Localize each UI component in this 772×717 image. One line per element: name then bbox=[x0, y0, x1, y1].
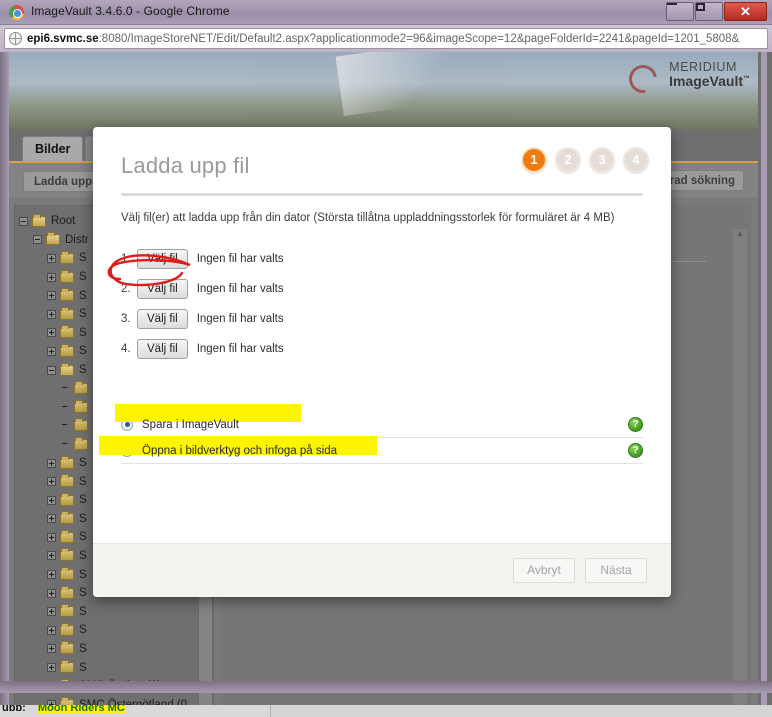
file-row-2-number: 2. bbox=[121, 283, 131, 295]
file-row-4: 4. Välj fil Ingen fil har valts bbox=[121, 334, 643, 364]
modal-overlay: Ladda upp fil 1 2 3 4 Välj fil(er) att l… bbox=[0, 0, 772, 717]
file-row-3: 3. Välj fil Ingen fil har valts bbox=[121, 304, 643, 334]
next-button[interactable]: Nästa bbox=[585, 558, 647, 583]
choose-file-button-1[interactable]: Välj fil bbox=[137, 249, 188, 269]
file-selection-list: 1. Välj fil Ingen fil har valts 2. Välj … bbox=[121, 244, 643, 364]
option-row-open-image-tool[interactable]: Öppna i bildverktyg och infoga på sida ? bbox=[99, 436, 643, 464]
option-row-save-imagevault[interactable]: Spara i ImageVault ? bbox=[115, 404, 643, 438]
file-row-1: 1. Välj fil Ingen fil har valts bbox=[121, 244, 643, 274]
cancel-button[interactable]: Avbryt bbox=[513, 558, 575, 583]
file-status-2: Ingen fil har valts bbox=[196, 283, 284, 295]
dialog-footer: Avbryt Nästa bbox=[93, 543, 671, 597]
status-value: Moon Riders MC bbox=[38, 705, 125, 714]
choose-file-button-4[interactable]: Välj fil bbox=[137, 339, 188, 359]
browser-window: ImageVault 3.4.6.0 - Google Chrome ✕ epi… bbox=[0, 0, 772, 717]
file-status-3: Ingen fil har valts bbox=[196, 313, 284, 325]
save-options-group: Spara i ImageVault ? Öppna i bildverktyg… bbox=[99, 404, 643, 464]
option-label-save-imagevault: Spara i ImageVault bbox=[142, 418, 239, 431]
step-1[interactable]: 1 bbox=[521, 147, 547, 173]
choose-file-button-3[interactable]: Välj fil bbox=[137, 309, 188, 329]
header-divider bbox=[121, 193, 643, 196]
step-2[interactable]: 2 bbox=[555, 147, 581, 173]
status-bar-filler bbox=[270, 705, 772, 717]
step-4[interactable]: 4 bbox=[623, 147, 649, 173]
file-status-1: Ingen fil har valts bbox=[196, 253, 284, 265]
status-label: ubb: bbox=[2, 705, 26, 714]
option-label-open-image-tool: Öppna i bildverktyg och infoga på sida bbox=[142, 444, 337, 457]
file-row-1-number: 1. bbox=[121, 253, 131, 265]
bottom-status-strip: ubb: Moon Riders MC bbox=[0, 705, 772, 717]
file-row-2: 2. Välj fil Ingen fil har valts bbox=[121, 274, 643, 304]
step-indicator: 1 2 3 4 bbox=[521, 147, 649, 173]
dialog-instructions: Välj fil(er) att ladda upp från din dato… bbox=[121, 212, 615, 224]
help-icon-save-imagevault[interactable]: ? bbox=[628, 417, 643, 432]
file-row-3-number: 3. bbox=[121, 313, 131, 325]
upload-file-dialog: Ladda upp fil 1 2 3 4 Välj fil(er) att l… bbox=[93, 127, 671, 597]
file-status-4: Ingen fil har valts bbox=[196, 343, 284, 355]
file-row-4-number: 4. bbox=[121, 343, 131, 355]
dialog-header: Ladda upp fil 1 2 3 4 bbox=[93, 127, 671, 179]
help-icon-open-image-tool[interactable]: ? bbox=[628, 443, 643, 458]
choose-file-button-2[interactable]: Välj fil bbox=[137, 279, 188, 299]
step-3[interactable]: 3 bbox=[589, 147, 615, 173]
